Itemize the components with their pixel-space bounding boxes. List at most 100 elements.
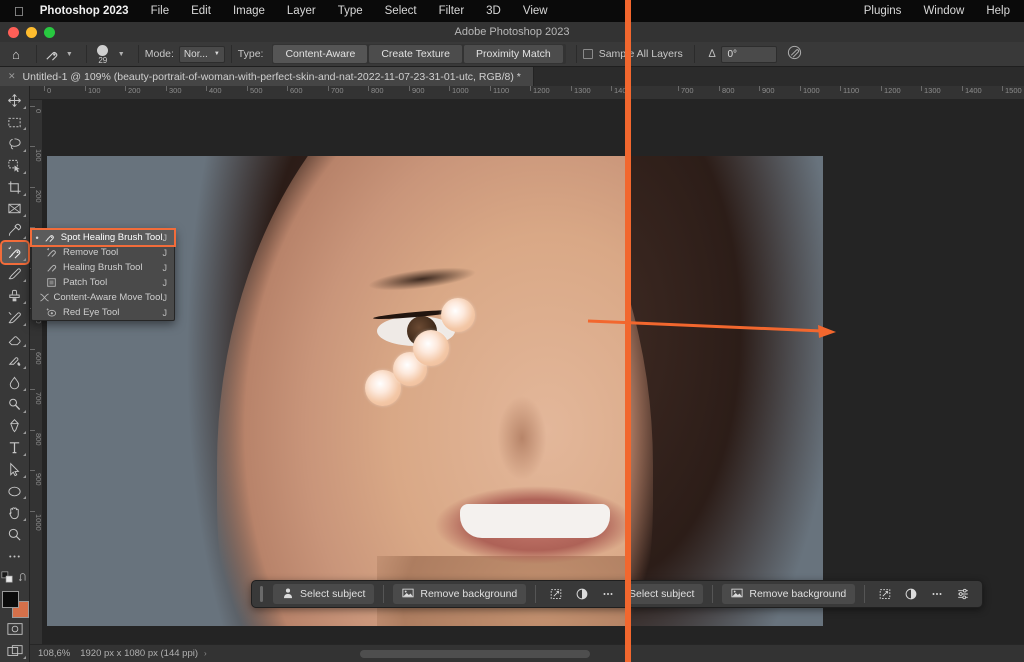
menu-image[interactable]: Image — [233, 5, 265, 17]
before-after-divider — [625, 0, 631, 662]
marquee-rect-tool[interactable] — [2, 112, 28, 133]
ruler-tick: 800 — [719, 86, 735, 100]
menu-3d[interactable]: 3D — [486, 5, 501, 17]
canvas-area-after[interactable]: Select subject Remove background — [631, 100, 1024, 644]
adjustment-icon[interactable] — [571, 584, 593, 604]
transform-icon[interactable] — [874, 584, 896, 604]
patch-icon — [43, 277, 59, 288]
content-aware-move-icon — [39, 292, 50, 303]
menu-layer[interactable]: Layer — [287, 5, 316, 17]
blur-tool[interactable] — [2, 372, 28, 393]
divider — [36, 45, 37, 63]
menu-item-healing-brush-tool[interactable]: Healing Brush Tool J — [32, 260, 174, 275]
drag-handle[interactable] — [260, 586, 263, 602]
canvas-area[interactable]: Select subject Remove background — [43, 100, 625, 644]
home-icon[interactable]: ⌂ — [12, 48, 20, 61]
minimize-button[interactable] — [26, 27, 37, 38]
pressure-for-size-icon[interactable] — [787, 45, 802, 63]
more-options-icon[interactable] — [926, 584, 948, 604]
spot-healing-brush-tool[interactable] — [2, 242, 28, 263]
divider — [231, 45, 232, 63]
brush-preset-chevron-down-icon[interactable]: ▼ — [66, 51, 73, 58]
menu-filter[interactable]: Filter — [439, 5, 465, 17]
eraser-tool[interactable] — [2, 329, 28, 350]
macos-menu-bar:  Photoshop 2023 File Edit Image Layer T… — [0, 0, 625, 22]
options-bar: ⌂ ▼ 29 ▼ Mode: Nor... ▼ Ty — [0, 42, 625, 67]
type-proximity-match-button[interactable]: Proximity Match — [464, 45, 563, 63]
frame-tool[interactable] — [2, 199, 28, 220]
menu-item-spot-healing-brush-tool[interactable]: • Spot Healing Brush Tool J — [32, 230, 174, 245]
menu-item-red-eye-tool[interactable]: Red Eye Tool J — [32, 305, 174, 320]
color-swatches[interactable] — [1, 590, 29, 614]
lasso-tool[interactable] — [2, 133, 28, 154]
type-tool[interactable] — [2, 437, 28, 458]
menu-file[interactable]: File — [151, 5, 170, 17]
menu-item-content-aware-move-tool[interactable]: Content-Aware Move Tool J — [32, 290, 174, 305]
menu-select[interactable]: Select — [385, 5, 417, 17]
gradient-tool[interactable] — [2, 350, 28, 371]
document-tab[interactable]: ✕ Untitled-1 @ 109% (beauty-portrait-of-… — [0, 67, 534, 86]
tool-flyout-menu[interactable]: • Spot Healing Brush Tool J Remove Tool … — [31, 229, 175, 321]
screenshot-root:  Photoshop 2023 File Edit Image Layer T… — [0, 0, 1024, 662]
brush-size-value: 29 — [98, 57, 107, 64]
adjustment-icon[interactable] — [900, 584, 922, 604]
quick-mask-icon[interactable] — [2, 619, 28, 640]
clone-stamp-tool[interactable] — [2, 285, 28, 306]
ellipse-tool[interactable] — [2, 481, 28, 502]
path-selection-tool[interactable] — [2, 459, 28, 480]
remove-background-button[interactable]: Remove background — [722, 584, 855, 604]
move-tool[interactable] — [2, 90, 28, 111]
apple-icon[interactable]:  — [14, 5, 24, 18]
blemish-marker — [413, 330, 449, 366]
history-brush-tool[interactable] — [2, 307, 28, 328]
menu-item-patch-tool[interactable]: Patch Tool J — [32, 275, 174, 290]
more-options-icon[interactable] — [597, 584, 619, 604]
dodge-tool[interactable] — [2, 394, 28, 415]
menu-edit[interactable]: Edit — [191, 5, 211, 17]
swap-colors-icon[interactable] — [18, 570, 29, 588]
mode-select[interactable]: Nor... ▼ — [179, 46, 225, 63]
menu-type[interactable]: Type — [338, 5, 363, 17]
brush-size-preview[interactable]: 29 — [93, 43, 113, 65]
eyedropper-tool[interactable] — [2, 220, 28, 241]
zoom-tool[interactable] — [2, 524, 28, 545]
document-dimensions: 1920 px x 1080 px (144 ppi) — [80, 648, 204, 659]
document-image-before[interactable] — [47, 156, 625, 626]
hand-tool[interactable] — [2, 502, 28, 523]
select-subject-button[interactable]: Select subject — [631, 584, 703, 604]
transform-icon[interactable] — [545, 584, 567, 604]
pen-tool[interactable] — [2, 416, 28, 437]
menu-item-shortcut: J — [163, 263, 175, 273]
properties-icon[interactable] — [952, 584, 974, 604]
foreground-color-swatch[interactable] — [2, 591, 19, 608]
object-selection-tool[interactable] — [2, 155, 28, 176]
horizontal-scrollbar[interactable] — [360, 650, 590, 658]
crop-tool[interactable] — [2, 177, 28, 198]
select-subject-button[interactable]: Select subject — [273, 584, 374, 604]
menu-window[interactable]: Window — [923, 5, 964, 17]
type-create-texture-button[interactable]: Create Texture — [369, 45, 462, 63]
default-colors-icon[interactable] — [1, 570, 13, 588]
brush-settings-chevron-down-icon[interactable]: ▼ — [118, 51, 125, 58]
maximize-button[interactable] — [44, 27, 55, 38]
chevron-right-icon[interactable]: › — [204, 649, 207, 658]
screen-mode-icon[interactable] — [2, 640, 28, 661]
angle-input[interactable]: 0° — [721, 46, 777, 63]
menu-view[interactable]: View — [523, 5, 548, 17]
spot-healing-brush-icon[interactable] — [43, 45, 61, 63]
macos-menu-right: Plugins Window Help — [864, 0, 1024, 22]
close-icon[interactable]: ✕ — [8, 71, 16, 82]
edit-toolbar-button[interactable] — [2, 546, 28, 567]
brush-tool[interactable] — [2, 264, 28, 285]
menu-plugins-right[interactable]: Plugins — [864, 5, 902, 17]
ruler-tick: 1000 — [800, 86, 820, 100]
menu-help[interactable]: Help — [986, 5, 1010, 17]
select-subject-label: Select subject — [631, 588, 694, 600]
remove-background-button[interactable]: Remove background — [393, 584, 526, 604]
close-button[interactable] — [8, 27, 19, 38]
menu-item-remove-tool[interactable]: Remove Tool J — [32, 245, 174, 260]
document-image-after[interactable] — [631, 156, 823, 626]
sample-all-layers-checkbox[interactable] — [583, 49, 593, 59]
zoom-level[interactable]: 108,6% — [30, 648, 80, 659]
type-content-aware-button[interactable]: Content-Aware — [273, 45, 367, 63]
